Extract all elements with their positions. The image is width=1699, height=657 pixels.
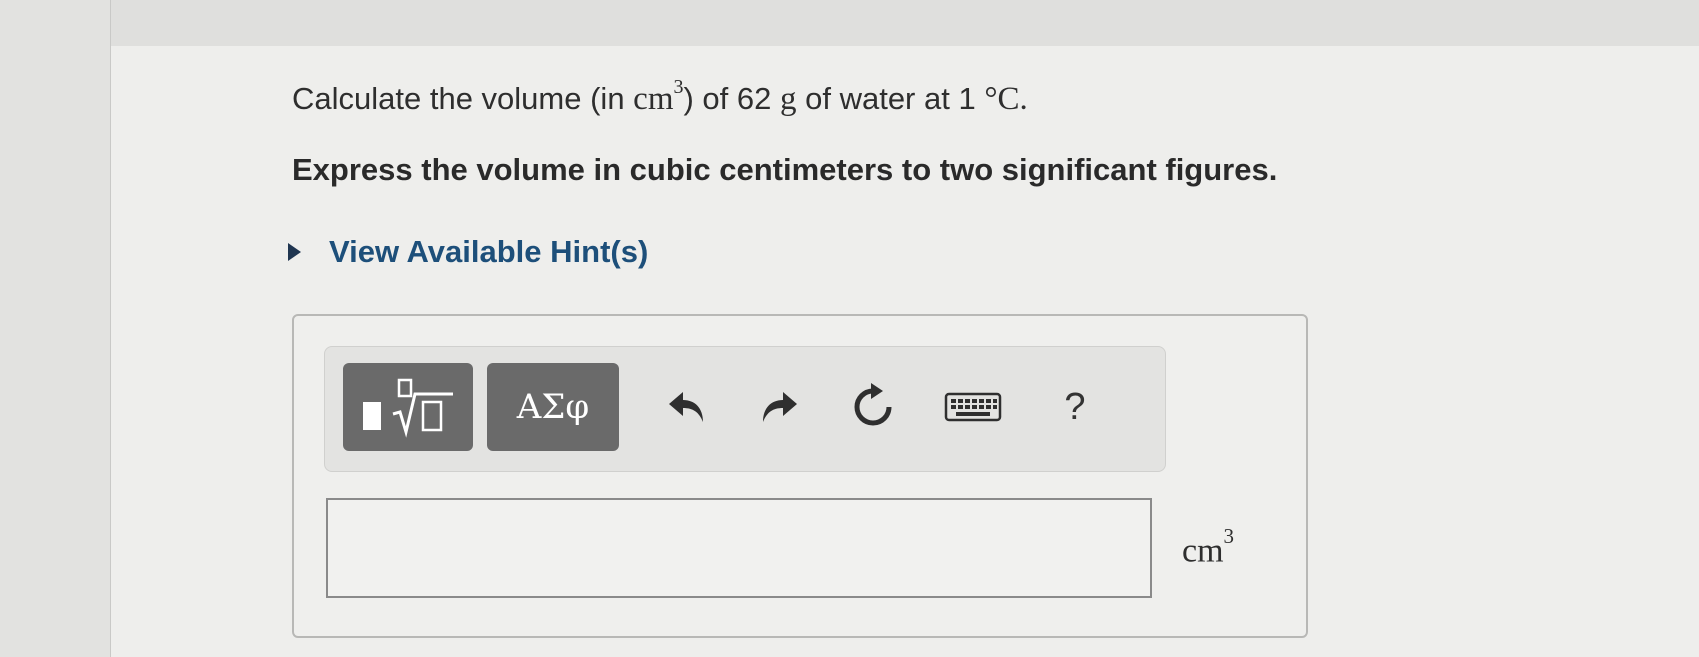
answer-unit-exponent: 3 (1223, 524, 1235, 548)
view-hints-toggle[interactable]: View Available Hint(s) (288, 234, 648, 270)
question-unit: cm3 (633, 76, 683, 117)
question-unit-base: cm (633, 81, 674, 117)
symbols-label: ΑΣφ (516, 387, 590, 427)
math-toolbar: ΑΣφ ? (324, 346, 1166, 472)
help-label: ? (1064, 385, 1086, 428)
undo-button[interactable] (660, 379, 716, 435)
redo-icon (763, 392, 797, 422)
question-unit-exponent: 3 (673, 76, 684, 98)
redo-button[interactable] (750, 379, 806, 435)
triangle-right-icon (288, 243, 301, 261)
question-temp-unit: °C (984, 81, 1020, 117)
answer-unit: cm3 (1182, 524, 1234, 570)
question-middle: ) of 62 (683, 81, 780, 116)
question-suffix: of water at 1 (796, 81, 985, 116)
reset-icon (854, 383, 892, 426)
question-text: Calculate the volume (in cm3) of 62 g of… (292, 76, 1028, 118)
math-templates-icon (363, 378, 453, 438)
answer-panel: ΑΣφ ? cm3 (292, 314, 1308, 638)
instruction-text: Express the volume in cubic centimeters … (292, 152, 1278, 187)
view-hints-label: View Available Hint(s) (329, 234, 649, 269)
answer-input[interactable] (326, 498, 1152, 598)
left-margin (0, 0, 111, 657)
question-mass-unit: g (780, 81, 797, 117)
symbols-button[interactable]: ΑΣφ (487, 363, 619, 451)
question-prefix: Calculate the volume (in (292, 81, 634, 116)
help-button[interactable]: ? (1047, 379, 1103, 435)
reset-button[interactable] (845, 379, 901, 435)
answer-unit-base: cm (1182, 532, 1224, 570)
question-end: . (1019, 81, 1028, 117)
keyboard-icon (944, 392, 1002, 422)
undo-icon (669, 392, 703, 422)
top-strip (0, 0, 1699, 46)
keyboard-button[interactable] (940, 379, 1006, 435)
templates-button[interactable] (343, 363, 473, 451)
